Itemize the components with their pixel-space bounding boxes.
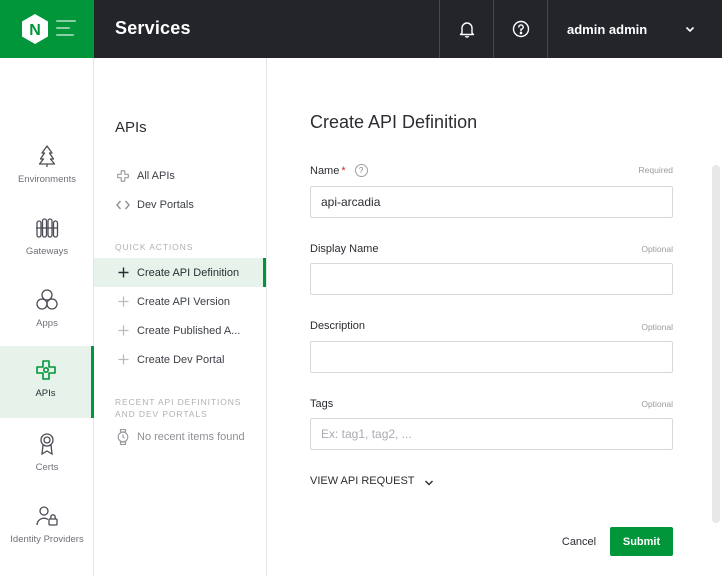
nav-identity-providers[interactable]: Identity Providers — [0, 492, 94, 564]
primary-nav: Environments Gateways Apps APIs Certs Id… — [0, 58, 94, 576]
section-title: APIs — [115, 119, 147, 136]
chevron-down-icon — [685, 26, 695, 33]
action-create-api-version[interactable]: Create API Version — [94, 287, 266, 316]
plus-icon — [115, 325, 131, 336]
notifications-button[interactable] — [439, 0, 493, 58]
api-small-icon — [115, 169, 131, 183]
nginx-logo-icon: N — [22, 14, 48, 44]
identity-provider-icon — [36, 506, 58, 526]
link-label: Dev Portals — [137, 198, 194, 211]
optional-hint: Optional — [641, 322, 673, 332]
watch-icon — [115, 428, 131, 445]
nav-label: Environments — [17, 174, 77, 185]
nav-apps[interactable]: Apps — [0, 276, 94, 348]
plus-icon — [115, 354, 131, 365]
description-label: Description — [310, 320, 366, 332]
certificate-icon — [40, 433, 54, 456]
nav-label: Certs — [35, 462, 59, 473]
action-label: Create Dev Portal — [137, 353, 225, 366]
nginx-logo-area[interactable]: N — [0, 0, 94, 58]
scrollbar[interactable] — [712, 165, 720, 523]
form-title: Create API Definition — [310, 112, 478, 132]
gateway-icon — [36, 218, 59, 238]
action-label: Create Published A... — [137, 324, 241, 337]
nav-label: Apps — [36, 318, 58, 329]
api-icon — [35, 360, 56, 380]
nav-apis[interactable]: APIs — [0, 346, 94, 418]
submit-button[interactable]: Submit — [610, 527, 673, 556]
recent-heading: RECENT API DEFINITIONS AND DEV PORTALS — [115, 396, 265, 420]
recent-heading-line: AND DEV PORTALS — [115, 409, 208, 419]
chevron-down-icon — [424, 480, 433, 485]
action-label: Create API Version — [137, 295, 230, 308]
nav-label: APIs — [35, 388, 56, 399]
link-dev-portals[interactable]: Dev Portals — [94, 190, 266, 219]
user-name: admin admin — [567, 21, 648, 37]
plus-icon — [115, 296, 131, 307]
link-all-apis[interactable]: All APIs — [94, 161, 266, 190]
help-icon — [512, 20, 529, 38]
name-label: Name * ? — [310, 164, 368, 177]
recent-empty-text: No recent items found — [137, 430, 245, 443]
apps-icon — [36, 289, 58, 310]
tags-label: Tags — [310, 398, 334, 410]
quick-actions-heading: QUICK ACTIONS — [115, 242, 194, 252]
tags-input[interactable] — [310, 418, 673, 450]
view-api-request-label: VIEW API REQUEST — [310, 475, 415, 487]
nav-certs[interactable]: Certs — [0, 420, 94, 492]
optional-hint: Optional — [641, 399, 673, 409]
name-input[interactable] — [310, 186, 673, 218]
action-create-api-definition[interactable]: Create API Definition — [94, 258, 266, 287]
nav-label: Identity Providers — [10, 534, 84, 545]
action-create-published-api[interactable]: Create Published A... — [94, 316, 266, 345]
help-tooltip-icon[interactable]: ? — [354, 164, 368, 177]
nav-gateways[interactable]: Gateways — [0, 204, 94, 276]
optional-hint: Optional — [641, 244, 673, 254]
svg-text:N: N — [29, 22, 41, 39]
action-label: Create API Definition — [137, 266, 240, 279]
required-mark: * — [341, 164, 346, 177]
bell-icon — [459, 22, 474, 38]
top-bar: N Services admin admin — [0, 0, 722, 58]
secondary-nav: APIs All APIs Dev Portals QUICK ACTIONS … — [94, 58, 267, 576]
nav-environments[interactable]: Environments — [0, 132, 94, 204]
view-api-request-toggle[interactable]: VIEW API REQUEST — [310, 475, 434, 487]
help-button[interactable] — [493, 0, 547, 58]
user-menu[interactable]: admin admin — [547, 0, 722, 58]
recent-empty-state: No recent items found — [94, 422, 266, 451]
nav-label: Gateways — [25, 246, 69, 257]
required-hint: Required — [638, 165, 674, 175]
recent-heading-line: RECENT API DEFINITIONS — [115, 397, 242, 407]
name-label-text: Name — [310, 164, 340, 177]
tree-icon — [38, 145, 56, 167]
code-icon — [115, 199, 131, 211]
cancel-button[interactable]: Cancel — [551, 528, 607, 556]
action-create-dev-portal[interactable]: Create Dev Portal — [94, 345, 266, 374]
page-title: Services — [115, 18, 191, 38]
display-name-label: Display Name — [310, 243, 379, 255]
link-label: All APIs — [137, 169, 175, 182]
menu-icon[interactable] — [56, 20, 76, 41]
plus-icon — [115, 267, 131, 278]
display-name-input[interactable] — [310, 263, 673, 295]
description-input[interactable] — [310, 341, 673, 373]
